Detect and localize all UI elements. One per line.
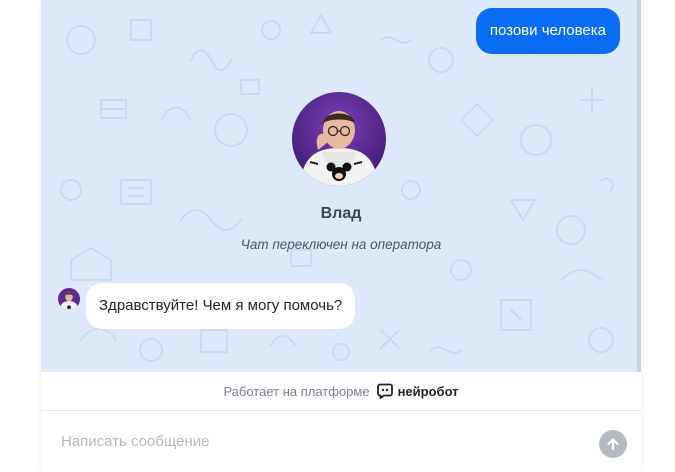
operator-status-text: Чат переключен на оператора: [240, 237, 442, 252]
arrow-up-icon: [606, 437, 620, 451]
chat-widget: позови человека Влад Чат переключен на о…: [41, 0, 641, 472]
powered-by-bar: Работает на платформе нейробот: [41, 372, 641, 411]
message-input[interactable]: [61, 429, 581, 453]
chat-message-area[interactable]: позови человека Влад Чат переключен на о…: [41, 0, 641, 372]
powered-by-label: Работает на платформе: [223, 383, 370, 399]
brand-name-link[interactable]: нейробот: [398, 384, 459, 399]
chat-scrollbar[interactable]: [637, 0, 641, 372]
user-message-bubble: позови человека: [475, 8, 620, 54]
send-button[interactable]: [599, 430, 627, 458]
operator-message-bubble: Здравствуйте! Чем я могу помочь?: [86, 283, 356, 329]
message-composer: [41, 411, 641, 472]
operator-avatar: [292, 92, 386, 186]
operator-small-avatar: [58, 288, 80, 310]
operator-name: Влад: [320, 205, 362, 222]
chat-bot-icon: [376, 383, 393, 399]
